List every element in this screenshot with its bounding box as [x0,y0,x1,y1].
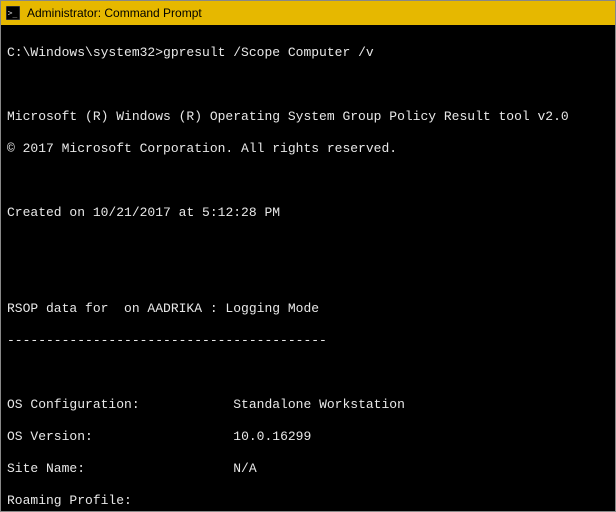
os-config-label: OS Configuration: [7,397,140,412]
rsop-separator: ----------------------------------------… [7,333,609,349]
rsop-line: RSOP data for on AADRIKA : Logging Mode [7,301,609,317]
blank-line [7,173,609,189]
window-title: Administrator: Command Prompt [27,6,202,20]
site-name-label: Site Name: [7,461,85,476]
created-on-line: Created on ‎10/‎21/‎2017 at 5:12:28 PM [7,205,609,221]
blank-line [7,365,609,381]
os-config-line: OS Configuration: Standalone Workstation [7,397,609,413]
os-version-line: OS Version: 10.0.16299 [7,429,609,445]
os-version-label: OS Version: [7,429,93,444]
blank-line [7,269,609,285]
terminal-output[interactable]: C:\Windows\system32>gpresult /Scope Comp… [1,25,615,511]
created-date: ‎10/‎21/‎2017 at 5:12:28 PM [93,205,280,220]
created-prefix: Created on [7,205,93,220]
os-version-value: 10.0.16299 [233,429,311,444]
site-name-value: N/A [233,461,256,476]
prompt-path: C:\Windows\system32> [7,45,163,60]
header-line1: Microsoft (R) Windows (R) Operating Syst… [7,109,609,125]
blank-line [7,237,609,253]
prompt-command: gpresult /Scope Computer /v [163,45,374,60]
prompt-line: C:\Windows\system32>gpresult /Scope Comp… [7,45,609,61]
svg-text:>_: >_ [8,9,18,18]
window-titlebar[interactable]: >_ Administrator: Command Prompt [1,1,615,25]
blank-line [7,77,609,93]
cmd-icon: >_ [5,5,21,21]
roaming-profile-line: Roaming Profile: [7,493,609,509]
os-config-value: Standalone Workstation [233,397,405,412]
site-name-line: Site Name: N/A [7,461,609,477]
header-line2: © 2017 Microsoft Corporation. All rights… [7,141,609,157]
